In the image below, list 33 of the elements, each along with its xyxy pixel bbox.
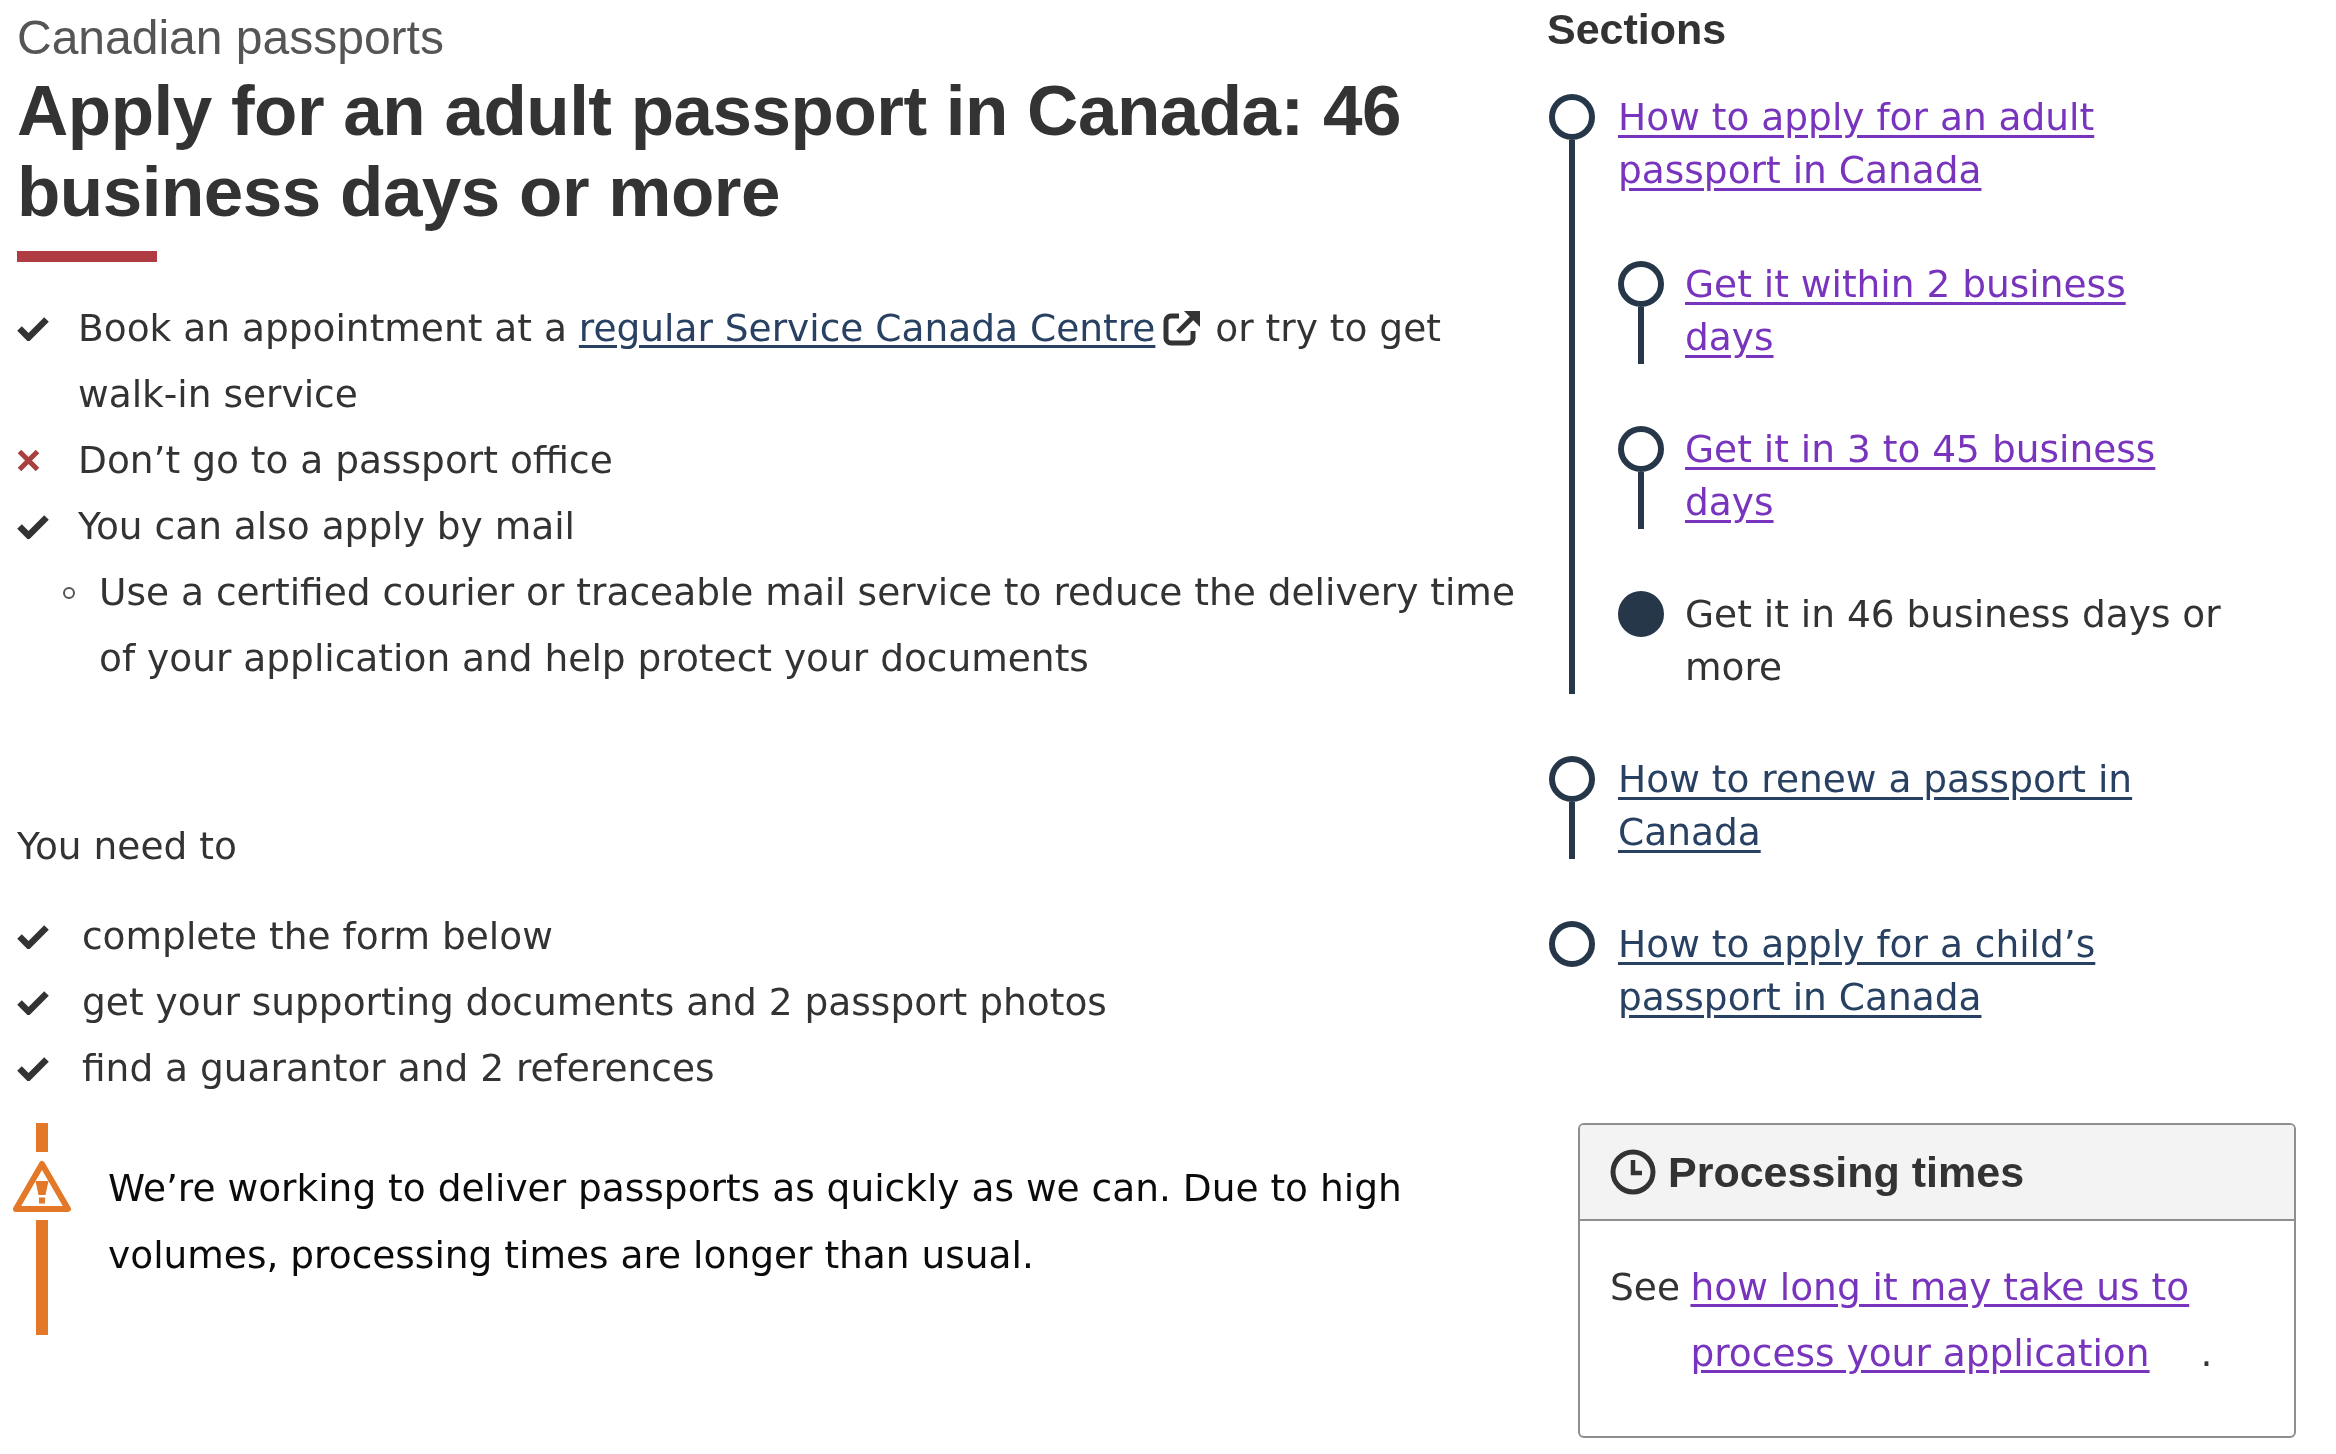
cross-icon: [17, 448, 40, 472]
intro-text: You need to: [17, 823, 237, 870]
checklist-item: find a guarantor and 2 references: [82, 1045, 716, 1092]
current-section-label: Get it in 46 business days or more: [1685, 591, 2222, 691]
sections-title: Sections: [1547, 4, 1727, 54]
timeline-connector: [1638, 472, 1644, 529]
check-icon: [17, 513, 49, 539]
page-title: Apply for an adult passport in Canada: 46 business days or more: [17, 70, 1402, 232]
section-link[interactable]: How to renew a passport in Canada: [1618, 753, 2225, 859]
check-icon: [17, 1055, 49, 1081]
alert-text: We’re working to deliver passports as quickly as we can. Due to high volumes, processing times are longer than usual.: [108, 1165, 1403, 1279]
checklist-item: Don’t go to a passport office: [78, 437, 614, 484]
section-name: Canadian passports: [17, 10, 444, 66]
section-link[interactable]: Get it within 2 business days: [1685, 258, 2225, 364]
checklist-item: get your supporting documents and 2 passport photos: [82, 979, 1108, 1026]
section-link[interactable]: Get it in 3 to 45 business days: [1685, 423, 2225, 529]
checklist-item: You can also apply by mail: [78, 503, 577, 550]
checklist-item: Book an appointment at a regular Service Canada Centre or try to get walk-in service: [78, 305, 1442, 418]
panel-title: Processing times: [1668, 1147, 2025, 1197]
clock-icon: [1610, 1149, 1656, 1195]
check-icon: [17, 315, 49, 341]
check-icon: [17, 989, 49, 1015]
checklist-item: complete the form below: [82, 913, 554, 960]
timeline-connector: [1569, 802, 1575, 859]
processing-text: See how long it may take us to process your application .: [1610, 1254, 2264, 1386]
timeline-connector: [1638, 307, 1644, 364]
checklist-subitem: Use a certified courier or traceable mail service to reduce the delivery time of your application and help protect your documents: [99, 569, 1516, 682]
processing-times-link[interactable]: how long it may take us to process your application: [1690, 1254, 2201, 1386]
bullet-icon: [63, 587, 75, 599]
check-icon: [17, 923, 49, 949]
inline-link[interactable]: regular Service Canada Centre: [578, 306, 1156, 350]
section-link[interactable]: How to apply for an adult passport in Canada: [1618, 91, 2225, 197]
section-link[interactable]: How to apply for a child’s passport in Canada: [1618, 918, 2225, 1024]
